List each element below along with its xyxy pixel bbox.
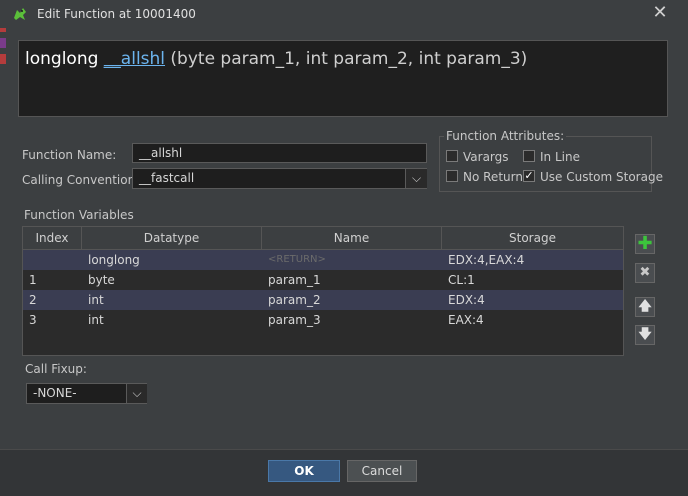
cell-name[interactable]: param_1	[262, 270, 442, 290]
variables-table: Index Datatype Name Storage longlong <RE…	[22, 226, 624, 356]
function-name-label: Function Name:	[22, 148, 117, 162]
chevron-down-icon[interactable]: ⌵	[405, 169, 427, 188]
calling-convention-value: __fastcall	[139, 171, 195, 185]
chevron-down-icon[interactable]: ⌵	[126, 384, 147, 403]
ok-button[interactable]: OK	[268, 460, 340, 482]
no-return-checkbox[interactable]	[446, 170, 458, 182]
signature-text[interactable]: longlong __allshl (byte param_1, int par…	[25, 49, 527, 69]
varargs-checkbox[interactable]	[446, 150, 458, 162]
remove-icon[interactable]: ✖	[635, 263, 655, 283]
custom-storage-checkbox[interactable]: ✓	[523, 170, 535, 182]
function-attributes-legend: Function Attributes:	[444, 129, 567, 143]
cell-datatype[interactable]: longlong	[82, 250, 262, 270]
table-row[interactable]: 3 int param_3 EAX:4	[23, 310, 623, 330]
calling-convention-label: Calling Convention	[22, 173, 136, 187]
signature-function-name: __allshl	[103, 49, 166, 69]
cell-datatype[interactable]: byte	[82, 270, 262, 290]
table-row[interactable]: 1 byte param_1 CL:1	[23, 270, 623, 290]
cell-name: <RETURN>	[268, 254, 326, 265]
cancel-button[interactable]: Cancel	[347, 460, 417, 482]
dragon-logo-icon	[12, 6, 28, 22]
function-variables-label: Function Variables	[24, 208, 134, 222]
cell-storage[interactable]: EDX:4,EAX:4	[442, 250, 623, 270]
no-return-label: No Return	[463, 170, 523, 184]
cell-name[interactable]: param_2	[262, 290, 442, 310]
column-header-index[interactable]: Index	[23, 227, 82, 249]
column-header-datatype[interactable]: Datatype	[82, 227, 262, 249]
cell-index: 3	[29, 313, 37, 327]
cell-index: 2	[29, 293, 37, 307]
cell-datatype[interactable]: int	[82, 290, 262, 310]
call-fixup-label: Call Fixup:	[25, 362, 87, 376]
cell-name[interactable]: param_3	[262, 310, 442, 330]
table-row[interactable]: longlong <RETURN> EDX:4,EAX:4	[23, 250, 623, 270]
table-header: Index Datatype Name Storage	[23, 227, 623, 250]
column-header-name[interactable]: Name	[262, 227, 442, 249]
cell-storage[interactable]: EAX:4	[442, 310, 623, 330]
cell-storage[interactable]: EDX:4	[442, 290, 623, 310]
signature-return-type: longlong	[25, 49, 99, 69]
arrow-up-icon[interactable]: 🡅	[635, 297, 655, 317]
window-title: Edit Function at 10001400	[37, 7, 196, 21]
dialog-window: Edit Function at 10001400 ✕ longlong __a…	[0, 0, 688, 496]
column-header-storage[interactable]: Storage	[442, 227, 623, 249]
call-fixup-select[interactable]: -NONE- ⌵	[26, 383, 147, 404]
signature-editor[interactable]: longlong __allshl (byte param_1, int par…	[18, 40, 668, 117]
custom-storage-label: Use Custom Storage	[540, 170, 663, 184]
title-bar: Edit Function at 10001400 ✕	[0, 0, 688, 28]
varargs-label: Varargs	[463, 150, 509, 164]
button-bar: OK Cancel	[0, 449, 688, 496]
signature-params: (byte param_1, int param_2, int param_3)	[165, 49, 528, 69]
function-name-field[interactable]: __allshl	[132, 143, 427, 163]
arrow-down-icon[interactable]: 🡇	[635, 325, 655, 345]
inline-checkbox[interactable]	[523, 150, 535, 162]
add-icon[interactable]: ✚	[635, 234, 655, 254]
close-icon[interactable]: ✕	[650, 3, 670, 23]
cell-datatype[interactable]: int	[82, 310, 262, 330]
cell-index	[23, 250, 82, 270]
calling-convention-select[interactable]: __fastcall ⌵	[132, 168, 427, 189]
cell-storage[interactable]: CL:1	[442, 270, 623, 290]
table-row[interactable]: 2 int param_2 EDX:4	[23, 290, 623, 310]
inline-label: In Line	[540, 150, 580, 164]
cell-index: 1	[29, 273, 37, 287]
call-fixup-value: -NONE-	[33, 386, 77, 400]
